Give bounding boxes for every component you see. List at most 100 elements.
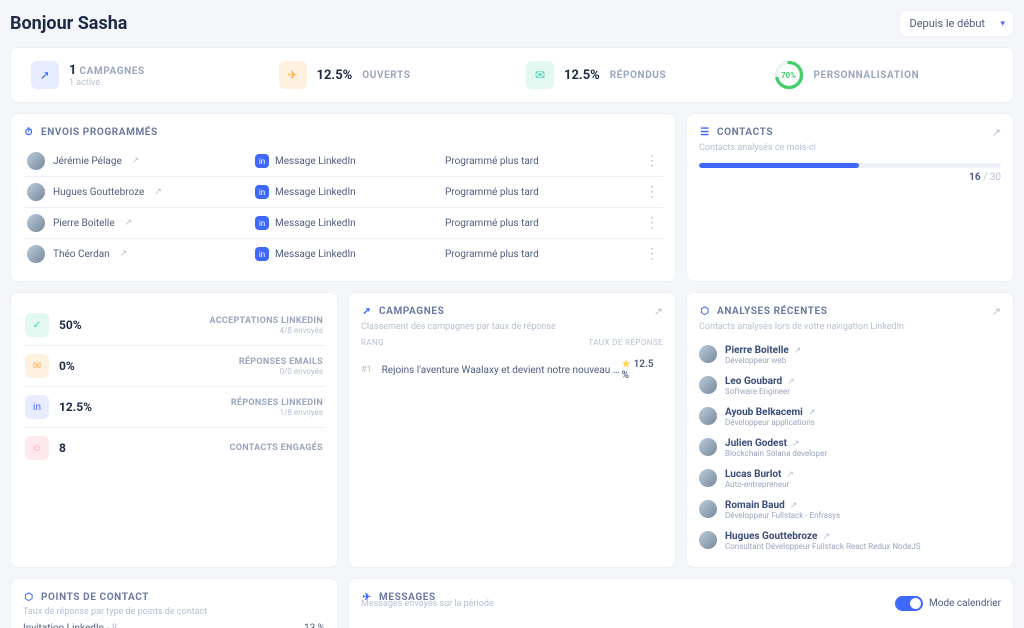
analysis-row[interactable]: Leo Goubard ↗Software Engineer bbox=[699, 369, 1001, 400]
rate-icon: ☺ bbox=[25, 436, 49, 460]
open-icon[interactable]: ↗ bbox=[132, 156, 140, 166]
person-role: Développeur Fullstack - Enfrasys bbox=[725, 511, 840, 520]
contacts-card: ☰CONTACTS ↗ Contacts analysés ce mois-ci… bbox=[686, 113, 1014, 282]
avatar bbox=[699, 531, 717, 549]
avatar bbox=[699, 500, 717, 518]
channel-label: Message LinkedIn bbox=[275, 156, 356, 167]
campaign-icon: ➚ bbox=[31, 61, 59, 89]
person-role: Auto-entrepreneur bbox=[725, 480, 794, 489]
touchpoint-rate: 13 % bbox=[304, 623, 325, 628]
more-icon[interactable]: ⋮ bbox=[635, 157, 659, 165]
scheduled-row[interactable]: Pierre Boitelle↗ inMessage LinkedIn Prog… bbox=[23, 207, 663, 238]
recent-analyses-card: ⬡ANALYSES RÉCENTES ↗ Contacts analysés l… bbox=[686, 292, 1014, 568]
linkedin-icon: in bbox=[255, 154, 269, 168]
person-name: Ayoub Belkacemi bbox=[725, 407, 803, 418]
analysis-row[interactable]: Lucas Burlot ↗Auto-entrepreneur bbox=[699, 462, 1001, 493]
person-name: Romain Baud bbox=[725, 500, 785, 511]
avatar bbox=[27, 214, 45, 232]
open-icon[interactable]: ↗ bbox=[120, 249, 128, 259]
gauge-icon: 70% bbox=[774, 60, 804, 90]
kpi-personalization[interactable]: 70% PERSONNALISATION bbox=[760, 60, 1008, 90]
calendar-mode-toggle[interactable]: Mode calendrier bbox=[895, 596, 1001, 611]
analysis-row[interactable]: Julien Godest ↗Blockchain Solana develop… bbox=[699, 431, 1001, 462]
open-icon[interactable]: ↗ bbox=[794, 346, 802, 356]
grid-row-2: ✓50% ACCEPTATIONS LINKEDIN4/8 envoyés✉0%… bbox=[10, 292, 1014, 568]
open-icon[interactable]: ↗ bbox=[786, 470, 794, 480]
open-icon[interactable]: ↗ bbox=[792, 439, 800, 449]
more-icon[interactable]: ⋮ bbox=[635, 250, 659, 258]
avatar bbox=[699, 407, 717, 425]
kpi-replies[interactable]: ✉ 12.5% RÉPONDUS bbox=[512, 61, 760, 89]
touchpoint-label: Invitation LinkedIn bbox=[23, 623, 104, 628]
period-select[interactable]: Depuis le début ▾ bbox=[899, 10, 1015, 37]
open-icon[interactable]: ↗ bbox=[992, 305, 1001, 318]
contact-name: Jérémie Pélage bbox=[53, 156, 122, 167]
contact-name: Hugues Gouttebroze bbox=[53, 187, 144, 198]
campaign-row[interactable]: #1Rejoins l'aventure Waalaxy et devient … bbox=[361, 359, 663, 381]
analysis-row[interactable]: Hugues Gouttebroze ↗Consultant Développe… bbox=[699, 524, 1001, 555]
contact-name: Théo Cerdan bbox=[53, 249, 110, 260]
kpi-campaigns[interactable]: ➚ 1 CAMPAGNES 1 active bbox=[17, 61, 265, 89]
avatar bbox=[27, 183, 45, 201]
avatar bbox=[699, 438, 717, 456]
campaign-icon: ➚ bbox=[361, 306, 373, 318]
page-title: Bonjour Sasha bbox=[10, 13, 127, 34]
status-label: Programmé plus tard bbox=[445, 156, 635, 167]
contact-name: Pierre Boitelle bbox=[53, 218, 115, 229]
person-name: Leo Goubard bbox=[725, 376, 782, 387]
analysis-row[interactable]: Ayoub Belkacemi ↗Développeur application… bbox=[699, 400, 1001, 431]
open-icon[interactable]: ↗ bbox=[654, 305, 663, 318]
clock-icon: ⏱ bbox=[23, 126, 35, 138]
rate-value: 8 bbox=[59, 441, 66, 455]
contacts-progress bbox=[699, 163, 1001, 168]
rate-label: ACCEPTATIONS LINKEDIN bbox=[209, 316, 323, 326]
open-icon[interactable]: ↗ bbox=[808, 408, 816, 418]
chart-icon: ⬡ bbox=[699, 306, 711, 318]
person-name: Hugues Gouttebroze bbox=[725, 531, 817, 542]
channel-label: Message LinkedIn bbox=[275, 187, 356, 198]
chevron-down-icon: ▾ bbox=[1000, 19, 1005, 29]
touch-icon: ⬡ bbox=[23, 591, 35, 603]
campaign-name: Rejoins l'aventure Waalaxy et devient no… bbox=[382, 365, 622, 376]
avatar bbox=[27, 245, 45, 263]
open-icon[interactable]: ↗ bbox=[125, 218, 133, 228]
analysis-row[interactable]: Pierre Boitelle ↗Développeur web bbox=[699, 338, 1001, 369]
rate-row: in12.5% RÉPONSES LINKEDIN1/8 envoyés bbox=[23, 386, 325, 427]
person-role: Consultant Développeur Fullstack React R… bbox=[725, 542, 921, 551]
person-role: Développeur web bbox=[725, 356, 801, 365]
rate-row: ✉ 0% RÉPONSES EMAILS0/0 envoyés bbox=[23, 345, 325, 386]
scheduled-row[interactable]: Jérémie Pélage ↗ in Message LinkedIn Progr… bbox=[23, 146, 663, 176]
avatar bbox=[699, 345, 717, 363]
more-icon[interactable]: ⋮ bbox=[635, 219, 659, 227]
rate-label: RÉPONSES EMAILS bbox=[239, 357, 323, 367]
reply-icon: ✉ bbox=[526, 61, 554, 89]
person-role: Software Engineer bbox=[725, 387, 795, 396]
kpi-opens[interactable]: ✈ 12.5% OUVERTS bbox=[265, 61, 513, 89]
open-icon[interactable]: ↗ bbox=[787, 377, 795, 387]
rate-value: 12.5% bbox=[59, 400, 92, 414]
rates-card: ✓50% ACCEPTATIONS LINKEDIN4/8 envoyés✉0%… bbox=[10, 292, 338, 568]
linkedin-icon: in bbox=[255, 216, 269, 230]
campaigns-rank-card: ➚CAMPAGNES ↗ Classement des campagnes pa… bbox=[348, 292, 676, 568]
person-name: Lucas Burlot bbox=[725, 469, 781, 480]
scheduled-sends-card: ⏱ENVOIS PROGRAMMÉS Jérémie Pélage↗ inMes… bbox=[10, 113, 676, 282]
open-icon[interactable]: ↗ bbox=[154, 187, 162, 197]
status-label: Programmé plus tard bbox=[445, 218, 635, 229]
open-icon[interactable]: ↗ bbox=[992, 126, 1001, 139]
scheduled-row[interactable]: Théo Cerdan↗ inMessage LinkedIn Programm… bbox=[23, 238, 663, 269]
contacts-icon: ☰ bbox=[699, 127, 711, 139]
open-icon[interactable]: ↗ bbox=[822, 532, 830, 542]
period-select-label: Depuis le début bbox=[910, 17, 986, 30]
topbar: Bonjour Sasha Depuis le début ▾ bbox=[10, 10, 1014, 37]
rate-value: 0% bbox=[59, 359, 75, 373]
grid-row-3: ⬡POINTS DE CONTACT Taux de réponse par t… bbox=[10, 578, 1014, 628]
rate-icon: ✉ bbox=[25, 354, 49, 378]
rate-sub: 0/0 envoyés bbox=[239, 367, 323, 376]
open-icon[interactable]: ↗ bbox=[790, 501, 798, 511]
more-icon[interactable]: ⋮ bbox=[635, 188, 659, 196]
analysis-row[interactable]: Romain Baud ↗Développeur Fullstack - Enf… bbox=[699, 493, 1001, 524]
scheduled-row[interactable]: Hugues Gouttebroze↗ inMessage LinkedIn P… bbox=[23, 176, 663, 207]
person-name: Pierre Boitelle bbox=[725, 345, 789, 356]
rate-row: ☺8 CONTACTS ENGAGÉS bbox=[23, 427, 325, 468]
messages-card: ✈MESSAGES Messages envoyés sur la périod… bbox=[348, 578, 1014, 628]
